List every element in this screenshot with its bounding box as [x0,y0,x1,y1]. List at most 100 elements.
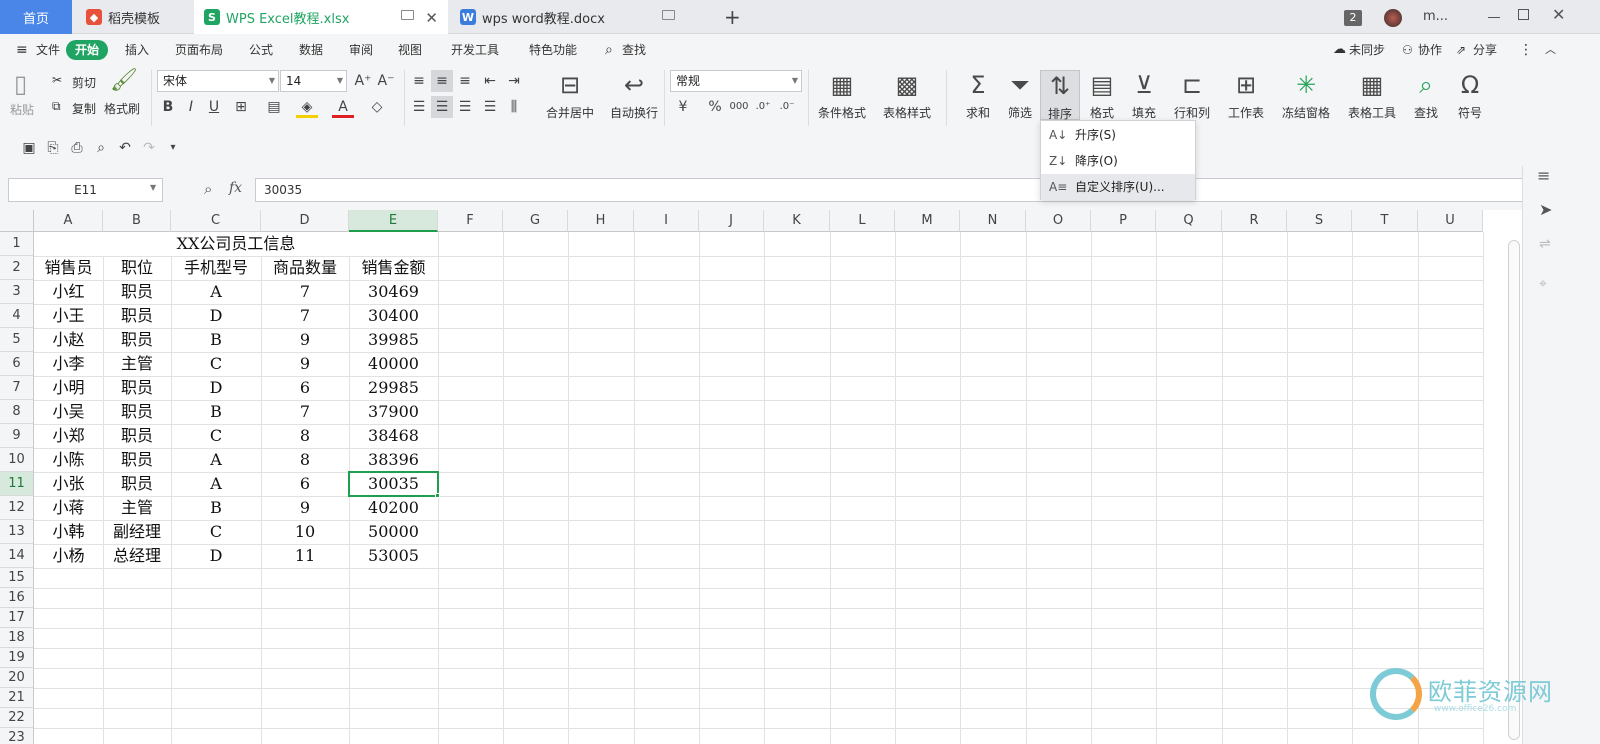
align-right-icon[interactable]: ☰ [454,96,476,118]
adjust-icon[interactable]: ⇌ [1539,236,1551,252]
column-header-m[interactable]: M [895,210,960,232]
column-header-u[interactable]: U [1418,210,1483,232]
data-cell[interactable]: 7 [261,400,349,424]
italic-icon[interactable]: I [180,96,202,118]
row-header-4[interactable]: 4 [0,304,34,328]
column-header-s[interactable]: S [1287,210,1352,232]
data-cell[interactable]: C [171,520,261,544]
data-cell[interactable]: 职员 [103,304,171,328]
data-cell[interactable]: 职员 [103,472,171,496]
customize-icon[interactable]: ▾ [162,137,184,159]
column-header-p[interactable]: P [1091,210,1156,232]
user-name[interactable]: m... [1423,9,1448,24]
more-icon[interactable]: ⋮ [1519,40,1533,60]
column-header-n[interactable]: N [960,210,1026,232]
data-cell[interactable]: 6 [261,472,349,496]
data-cell[interactable]: 小张 [34,472,103,496]
font-name-select[interactable]: 宋体 ▼ [157,70,279,92]
column-header-k[interactable]: K [764,210,830,232]
data-cell[interactable]: 职员 [103,400,171,424]
increase-decimal-icon[interactable]: .0⁺ [752,96,774,118]
data-cell[interactable]: B [171,328,261,352]
decrease-decimal-icon[interactable]: .0⁻ [776,96,798,118]
data-cell[interactable]: 50000 [349,520,438,544]
format-painter-button[interactable]: 格式刷 [104,100,140,117]
sheet-title-cell[interactable]: XX公司员工信息 [34,232,438,256]
data-cell[interactable]: 小吴 [34,400,103,424]
cell-style-icon[interactable]: ▤ [263,96,285,118]
data-cell[interactable]: 小陈 [34,448,103,472]
collapse-ribbon-icon[interactable]: ︿ [1545,40,1556,60]
menu-developer[interactable]: 开发工具 [451,40,499,60]
close-icon[interactable]: ✕ [425,9,438,27]
search-icon[interactable]: ⌕ [605,40,613,60]
number-format-select[interactable]: 常规 ▼ [670,70,802,92]
data-cell[interactable]: 30469 [349,280,438,304]
header-cell[interactable]: 销售金额 [349,256,438,280]
undo-icon[interactable]: ↶ [114,137,136,159]
paste-button[interactable]: 粘贴 [10,101,34,118]
data-cell[interactable]: 职员 [103,280,171,304]
formula-input[interactable]: 30035 [255,178,1552,202]
header-cell[interactable]: 职位 [103,256,171,280]
row-header-14[interactable]: 14 [0,544,34,568]
data-cell[interactable]: 7 [261,280,349,304]
data-cell[interactable]: 38396 [349,448,438,472]
row-header-20[interactable]: 20 [0,668,34,688]
freeze-panes-button[interactable]: ✳ 冻结窗格 [1276,70,1336,121]
table-tools-button[interactable]: ▦ 表格工具 [1342,70,1402,121]
conditional-format-button[interactable]: ▦ 条件格式 [812,70,872,121]
border-icon[interactable]: ⊞ [230,96,252,118]
header-cell[interactable]: 商品数量 [261,256,349,280]
data-cell[interactable]: A [171,472,261,496]
row-header-16[interactable]: 16 [0,588,34,608]
data-cell[interactable]: 小赵 [34,328,103,352]
pin-icon[interactable]: ⌖ [1539,276,1547,292]
column-header-d[interactable]: D [261,210,349,232]
hamburger-icon[interactable]: ≡ [16,40,28,60]
menu-home[interactable]: 开始 [66,40,109,60]
data-cell[interactable]: 职员 [103,328,171,352]
data-cell[interactable]: 小郑 [34,424,103,448]
align-bottom-icon[interactable]: ≡ [454,70,476,92]
menu-file[interactable]: 文件 [36,40,60,60]
data-cell[interactable]: A [171,280,261,304]
row-header-2[interactable]: 2 [0,256,34,280]
row-header-1[interactable]: 1 [0,232,34,256]
data-cell[interactable]: 8 [261,424,349,448]
column-header-f[interactable]: F [438,210,503,232]
data-cell[interactable]: 副经理 [103,520,171,544]
window-close-icon[interactable]: ✕ [1552,5,1565,24]
row-header-11[interactable]: 11 [0,472,34,496]
row-header-3[interactable]: 3 [0,280,34,304]
data-cell[interactable]: D [171,544,261,568]
tab-docer[interactable]: ◆ 稻壳模板 [76,0,192,34]
currency-icon[interactable]: ¥ [672,96,694,118]
column-header-b[interactable]: B [103,210,171,232]
column-header-t[interactable]: T [1352,210,1418,232]
data-cell[interactable]: 小红 [34,280,103,304]
wrap-text-button[interactable]: ↩ 自动换行 [604,70,664,121]
vertical-scrollbar[interactable] [1508,240,1520,740]
data-cell[interactable]: 小王 [34,304,103,328]
data-cell[interactable]: 小明 [34,376,103,400]
sort-descending-item[interactable]: Z↓ 降序(O) [1041,148,1195,174]
data-cell[interactable]: 37900 [349,400,438,424]
fill-handle[interactable] [435,493,440,498]
fill-color-icon[interactable]: ◈ [296,96,318,118]
data-cell[interactable]: 小李 [34,352,103,376]
data-cell[interactable]: 主管 [103,352,171,376]
data-cell[interactable]: 29985 [349,376,438,400]
menu-find[interactable]: 查找 [622,40,646,60]
menu-insert[interactable]: 插入 [125,40,149,60]
indent-increase-icon[interactable]: ⇥ [503,70,525,92]
row-header-6[interactable]: 6 [0,352,34,376]
row-col-button[interactable]: ⊏ 行和列 [1162,70,1222,121]
menu-formula[interactable]: 公式 [249,40,273,60]
row-header-19[interactable]: 19 [0,648,34,668]
header-cell[interactable]: 手机型号 [171,256,261,280]
decrease-font-icon[interactable]: A⁻ [375,70,397,92]
row-header-12[interactable]: 12 [0,496,34,520]
thousands-icon[interactable]: 000 [728,96,750,118]
monitor-icon[interactable] [401,10,414,20]
